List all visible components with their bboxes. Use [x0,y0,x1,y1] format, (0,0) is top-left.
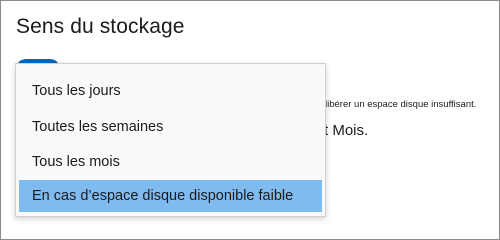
menu-item-every-month[interactable]: Tous les mois [19,146,322,178]
frequency-dropdown-menu: Tous les jours Toutes les semaines Tous … [15,63,326,217]
menu-item-low-disk-space[interactable]: En cas d’espace disque disponible faible [19,180,322,212]
settings-panel: Sens du stockage libérer un espace disqu… [0,0,500,240]
menu-item-label: Tous les jours [32,83,121,99]
description-text: libérer un espace disque insuffisant. [325,99,477,110]
page-title: Sens du stockage [16,15,185,38]
frequency-value-text: t Mois. [324,122,369,139]
menu-item-label: En cas d’espace disque disponible faible [32,188,294,204]
menu-item-every-day[interactable]: Tous les jours [19,75,322,107]
menu-item-label: Tous les mois [32,154,120,170]
menu-item-every-week[interactable]: Toutes les semaines [19,111,322,143]
menu-item-label: Toutes les semaines [32,119,164,135]
